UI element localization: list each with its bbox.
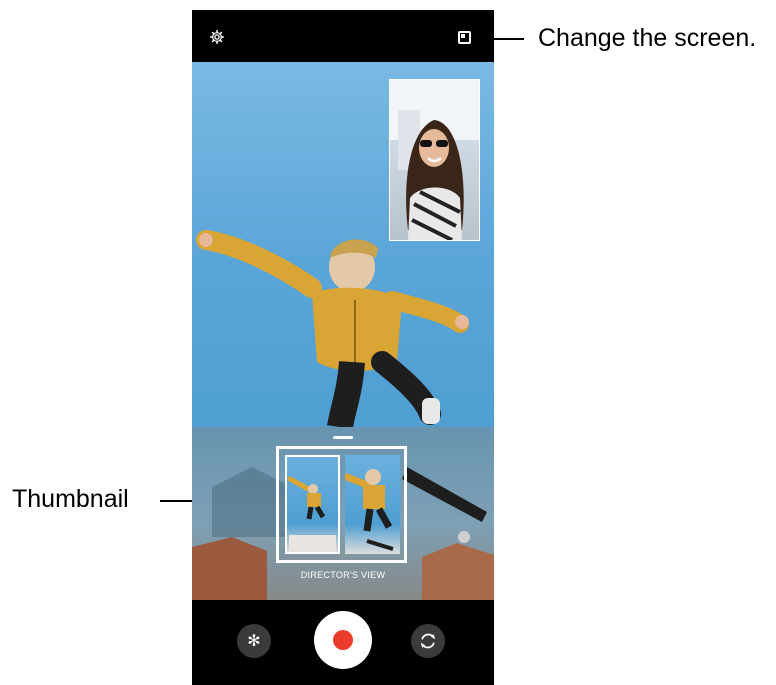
selfie-image (390, 80, 479, 240)
effects-button[interactable]: ✻ (237, 624, 271, 658)
thumbnail-tele-image (345, 469, 394, 551)
switch-camera-icon (420, 633, 436, 649)
switch-camera-button[interactable] (411, 624, 445, 658)
record-button[interactable] (314, 611, 372, 669)
phone-screen: DIRECTOR'S VIEW ✻ (192, 10, 494, 685)
panel-drag-handle[interactable] (333, 436, 353, 439)
camera-controls: ✻ (192, 600, 494, 685)
thumbnail-rear-wide[interactable] (285, 455, 340, 554)
top-bar (192, 10, 494, 62)
record-icon (333, 630, 353, 650)
front-camera-preview (389, 79, 480, 241)
thumbnail-wide-image (287, 476, 336, 552)
effects-icon: ✻ (247, 633, 261, 650)
thumbnail-rear-tele[interactable] (345, 455, 400, 554)
gear-icon (209, 29, 225, 45)
thumbnail-strip (276, 446, 407, 563)
director-view-panel: DIRECTOR'S VIEW (192, 427, 494, 600)
rear-camera-preview (192, 62, 494, 427)
thumbnail-callout: Thumbnail (12, 485, 129, 513)
picture-in-picture-icon (457, 30, 471, 44)
change-screen-button[interactable] (454, 27, 474, 47)
directors-view-label: DIRECTOR'S VIEW (300, 570, 386, 580)
settings-button[interactable] (206, 26, 228, 48)
change-screen-callout: Change the screen. (538, 24, 757, 52)
